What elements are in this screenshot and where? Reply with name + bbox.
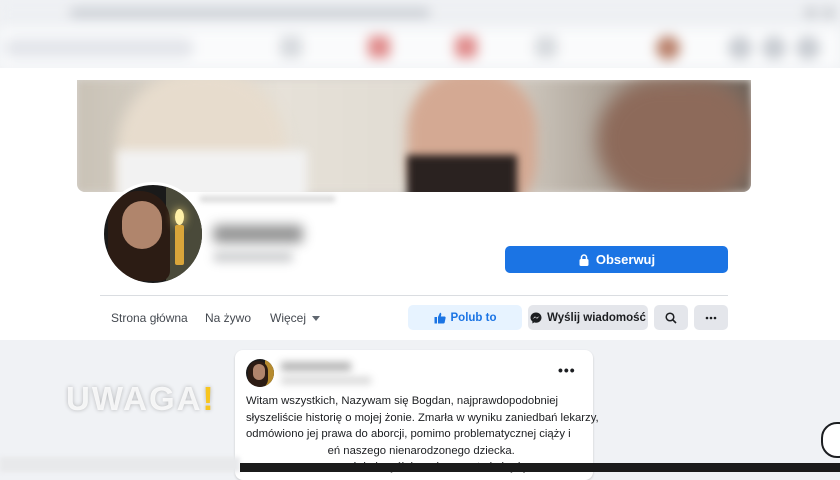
post-date-blurred — [281, 377, 371, 384]
page-search-button[interactable] — [654, 305, 688, 330]
thumbs-up-icon — [434, 312, 446, 323]
follow-button[interactable]: Obserwuj — [505, 246, 728, 273]
post-author-name-blurred — [281, 362, 351, 371]
blurred-footer — [0, 457, 240, 472]
header-avatar[interactable] — [656, 36, 680, 60]
browser-icon[interactable] — [823, 7, 835, 19]
taskbar — [240, 463, 840, 472]
cover-photo[interactable] — [77, 80, 751, 192]
nav-groups-icon[interactable] — [535, 36, 557, 58]
address-bar[interactable] — [70, 8, 430, 18]
profile-avatar[interactable] — [101, 182, 205, 286]
messenger-icon[interactable] — [762, 36, 786, 60]
tab-home[interactable]: Strona główna — [111, 311, 188, 325]
send-message-label: Wyślij wiadomość — [547, 311, 646, 324]
profile-name-blurred — [213, 225, 303, 243]
send-message-button[interactable]: Wyślij wiadomość — [528, 305, 648, 330]
follow-button-label: Obserwuj — [595, 252, 656, 267]
site-header — [0, 28, 840, 68]
blurred-text — [200, 196, 335, 202]
more-dots-icon — [705, 316, 717, 319]
watermark-text: UWAGA — [66, 380, 203, 417]
post-text-line: odmówiono jej prawa do aborcji, pomimo p… — [246, 428, 571, 440]
post-menu-button[interactable]: ••• — [558, 362, 576, 378]
feed-post: ••• Witam wszystkich, Nazywam się Bogdan… — [235, 350, 599, 480]
nav-home-icon[interactable] — [280, 36, 302, 58]
compose-icon[interactable] — [821, 422, 840, 458]
messenger-icon — [530, 312, 542, 323]
like-button-label: Polub to — [450, 311, 497, 324]
lock-icon — [579, 253, 589, 266]
like-page-button[interactable]: Polub to — [408, 305, 522, 330]
tv-watermark-logo: UWAGA! — [66, 380, 216, 418]
post-text-line: słyszeliście historię o mojej żonie. Zma… — [246, 411, 599, 424]
tab-live[interactable]: Na żywo — [205, 311, 251, 325]
notifications-icon[interactable] — [796, 36, 820, 60]
nav-video-icon[interactable] — [368, 36, 390, 58]
header-search-input[interactable] — [4, 38, 194, 58]
post-author-avatar[interactable] — [246, 359, 274, 387]
search-icon — [665, 311, 677, 324]
tab-home-label: Strona główna — [111, 311, 188, 325]
post-text-line: eń naszego nienarodzonego dziecka. — [246, 444, 515, 457]
more-options-button[interactable] — [694, 305, 728, 330]
caret-down-icon — [312, 315, 321, 321]
tab-live-label: Na żywo — [205, 311, 252, 325]
divider — [100, 295, 728, 296]
menu-icon[interactable] — [728, 36, 752, 60]
profile-subtitle-blurred — [213, 252, 293, 262]
tab-more-label: Więcej — [270, 311, 307, 325]
tab-more[interactable]: Więcej — [270, 311, 321, 325]
nav-marketplace-icon[interactable] — [455, 36, 477, 58]
browser-icon[interactable] — [805, 7, 817, 19]
post-text-line: Witam wszystkich, Nazywam się Bogdan, na… — [246, 395, 559, 407]
watermark-mark: ! — [202, 380, 216, 417]
browser-tab-bar — [0, 0, 840, 28]
